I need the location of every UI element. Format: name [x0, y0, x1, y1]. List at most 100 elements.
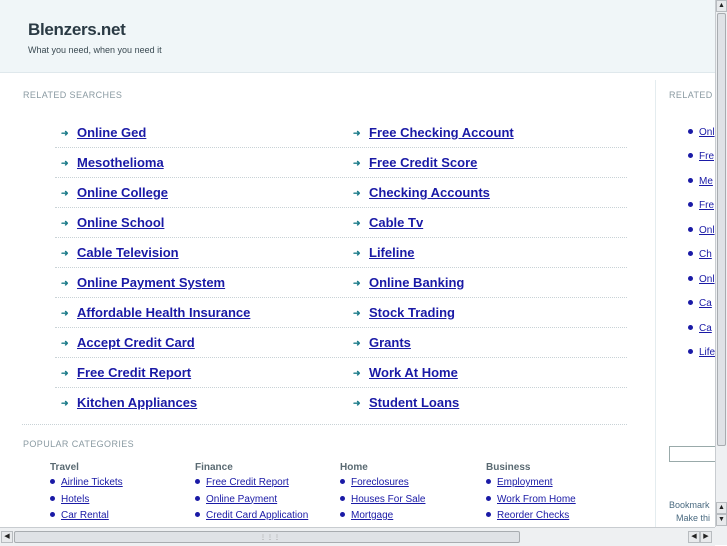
sidebar-link[interactable]: Onl	[699, 225, 715, 236]
category-item[interactable]: Hotels	[50, 494, 185, 511]
search-link-item[interactable]: ➜ Free Checking Account	[353, 125, 514, 140]
search-link[interactable]: Work At Home	[369, 365, 458, 380]
horizontal-scroll-thumb[interactable]: ⋮⋮⋮	[14, 531, 520, 543]
category-link[interactable]: Hotels	[61, 494, 89, 505]
search-link[interactable]: Online College	[77, 185, 168, 200]
search-link[interactable]: Student Loans	[369, 395, 459, 410]
category-link[interactable]: Airline Tickets	[61, 477, 123, 488]
search-link-item[interactable]: ➜ Online College	[61, 185, 168, 200]
category-item[interactable]: Free Credit Report	[195, 477, 330, 494]
search-link-item[interactable]: ➜ Online School	[61, 215, 164, 230]
search-link[interactable]: Online Banking	[369, 275, 464, 290]
sidebar-link[interactable]: Ch	[699, 249, 712, 260]
sidebar-link-item[interactable]: Onl	[688, 225, 715, 236]
sidebar-link-item[interactable]: Onl	[688, 127, 715, 138]
vertical-scrollbar[interactable]: ▲ ▲ ▼	[715, 0, 727, 527]
sidebar-link-item[interactable]: Me	[688, 176, 713, 187]
search-link[interactable]: Affordable Health Insurance	[77, 305, 250, 320]
search-link-item[interactable]: ➜ Cable Tv	[353, 215, 423, 230]
search-link[interactable]: Kitchen Appliances	[77, 395, 197, 410]
search-link[interactable]: Online Ged	[77, 125, 146, 140]
search-link[interactable]: Checking Accounts	[369, 185, 490, 200]
search-link[interactable]: Free Checking Account	[369, 125, 514, 140]
search-link[interactable]: Mesothelioma	[77, 155, 164, 170]
sidebar-link-item[interactable]: Fre	[688, 200, 714, 211]
category-item[interactable]: Airline Tickets	[50, 477, 185, 494]
horizontal-scrollbar[interactable]: ◀ ⋮⋮⋮ ◀ ▶	[0, 527, 715, 546]
bookmark-link[interactable]: Bookmark	[669, 500, 710, 510]
search-link-item[interactable]: ➜ Online Payment System	[61, 275, 225, 290]
sidebar-link-item[interactable]: Onl	[688, 274, 715, 285]
search-link[interactable]: Accept Credit Card	[77, 335, 195, 350]
search-link-item[interactable]: ➜ Lifeline	[353, 245, 415, 260]
category-item[interactable]: Credit Card Application	[195, 510, 330, 527]
search-link-item[interactable]: ➜ Mesothelioma	[61, 155, 164, 170]
sidebar-link[interactable]: Fre	[699, 151, 714, 162]
sidebar-link[interactable]: Ca	[699, 298, 712, 309]
category-item[interactable]: Car Rental	[50, 510, 185, 527]
search-link-item[interactable]: ➜ Grants	[353, 335, 411, 350]
search-link[interactable]: Grants	[369, 335, 411, 350]
category-item[interactable]: Foreclosures	[340, 477, 475, 494]
search-link-item[interactable]: ➜ Free Credit Report	[61, 365, 191, 380]
search-link[interactable]: Free Credit Score	[369, 155, 477, 170]
scroll-left-icon[interactable]: ◀	[688, 531, 700, 543]
search-link-item[interactable]: ➜ Accept Credit Card	[61, 335, 195, 350]
search-link-item[interactable]: ➜ Online Ged	[61, 125, 146, 140]
scroll-left-icon[interactable]: ◀	[1, 531, 13, 543]
search-link[interactable]: Free Credit Report	[77, 365, 191, 380]
scroll-right-icon[interactable]: ▶	[700, 531, 712, 543]
category-link[interactable]: Credit Card Application	[206, 510, 308, 521]
search-link-item[interactable]: ➜ Work At Home	[353, 365, 458, 380]
sidebar-link[interactable]: Fre	[699, 200, 714, 211]
sidebar-link[interactable]: Ca	[699, 323, 712, 334]
search-link-item[interactable]: ➜ Online Banking	[353, 275, 464, 290]
sidebar-link[interactable]: Onl	[699, 274, 715, 285]
sidebar-link-item[interactable]: Life	[688, 347, 715, 358]
category-item[interactable]: Reorder Checks	[486, 510, 621, 527]
scroll-up-icon[interactable]: ▲	[716, 0, 727, 12]
category-link[interactable]: Employment	[497, 477, 553, 488]
make-homepage-link[interactable]: Make thi	[676, 513, 710, 523]
search-link[interactable]: Stock Trading	[369, 305, 455, 320]
category-item[interactable]: Work From Home	[486, 494, 621, 511]
sidebar-link-item[interactable]: Ca	[688, 323, 712, 334]
search-input[interactable]	[669, 446, 716, 462]
sidebar-link[interactable]: Life	[699, 347, 715, 358]
sidebar-link-item[interactable]: Ch	[688, 249, 712, 260]
search-link[interactable]: Online Payment System	[77, 275, 225, 290]
category-item[interactable]: Online Payment	[195, 494, 330, 511]
category-link[interactable]: Houses For Sale	[351, 494, 425, 505]
search-link-item[interactable]: ➜ Stock Trading	[353, 305, 455, 320]
category-link[interactable]: Car Rental	[61, 510, 109, 521]
category-link[interactable]: Reorder Checks	[497, 510, 569, 521]
category-link[interactable]: Mortgage	[351, 510, 393, 521]
arrow-right-icon: ➜	[353, 128, 361, 138]
sidebar-link[interactable]: Onl	[699, 127, 715, 138]
category-link[interactable]: Foreclosures	[351, 477, 409, 488]
search-link[interactable]: Cable Television	[77, 245, 179, 260]
search-link[interactable]: Lifeline	[369, 245, 415, 260]
search-link[interactable]: Online School	[77, 215, 164, 230]
category-item[interactable]: Mortgage	[340, 510, 475, 527]
category-item[interactable]: Employment	[486, 477, 621, 494]
search-link-item[interactable]: ➜ Checking Accounts	[353, 185, 490, 200]
search-link-item[interactable]: ➜ Kitchen Appliances	[61, 395, 197, 410]
sidebar-link[interactable]: Me	[699, 176, 713, 187]
sidebar-link-item[interactable]: Fre	[688, 151, 714, 162]
scroll-down-icon[interactable]: ▼	[716, 514, 727, 526]
search-link-item[interactable]: ➜ Student Loans	[353, 395, 459, 410]
site-title[interactable]: Blenzers.net	[28, 20, 126, 40]
category-link[interactable]: Free Credit Report	[206, 477, 289, 488]
arrow-right-icon: ➜	[61, 188, 69, 198]
search-link-item[interactable]: ➜ Affordable Health Insurance	[61, 305, 250, 320]
sidebar-link-item[interactable]: Ca	[688, 298, 712, 309]
category-link[interactable]: Online Payment	[206, 494, 277, 505]
category-item[interactable]: Houses For Sale	[340, 494, 475, 511]
vertical-scroll-thumb[interactable]	[717, 13, 726, 446]
category-link[interactable]: Work From Home	[497, 494, 576, 505]
search-link[interactable]: Cable Tv	[369, 215, 423, 230]
search-link-item[interactable]: ➜ Free Credit Score	[353, 155, 477, 170]
scroll-up-icon[interactable]: ▲	[716, 502, 727, 514]
search-link-item[interactable]: ➜ Cable Television	[61, 245, 179, 260]
